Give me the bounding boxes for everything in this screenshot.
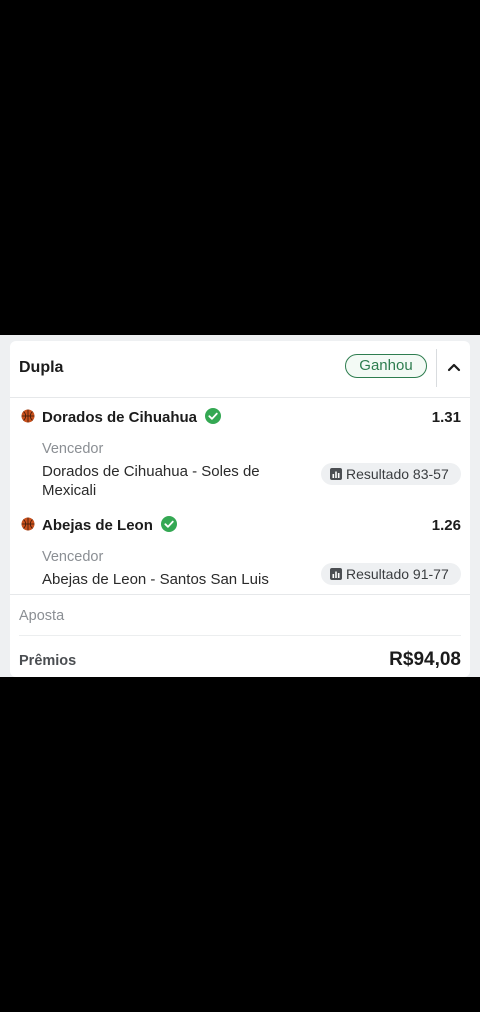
divider: [19, 635, 461, 636]
leg-team-name: Dorados de Cihuahua: [42, 409, 198, 426]
prize-value: R$94,08: [389, 649, 461, 670]
result-text: Resultado 91-77: [346, 566, 449, 582]
bet-header[interactable]: Dupla Ganhou: [10, 341, 470, 398]
leg-market: Vencedor: [42, 549, 104, 565]
result-text: Resultado 83-57: [346, 466, 449, 482]
bet-leg: Abejas de Leon 1.26 Vencedor Abejas de L…: [10, 511, 470, 593]
divider: [10, 594, 470, 595]
bet-card: Dupla Ganhou Dorados de Cihuahua 1.31 Ve…: [10, 341, 470, 677]
bet-type-title: Dupla: [19, 359, 64, 376]
chevron-up-icon[interactable]: [446, 359, 462, 375]
stats-icon: [330, 568, 342, 580]
result-chip[interactable]: Resultado 83-57: [321, 463, 461, 485]
leg-odds: 1.26: [431, 517, 461, 534]
check-circle-icon: [205, 408, 222, 424]
leg-team-row: Dorados de Cihuahua: [42, 408, 222, 426]
prize-label: Prêmios: [19, 653, 77, 669]
leg-event: Abejas de Leon - Santos San Luis: [42, 571, 269, 588]
bet-card-area: Dupla Ganhou Dorados de Cihuahua 1.31 Ve…: [0, 335, 480, 677]
check-circle-icon: [160, 516, 177, 532]
basketball-icon: [21, 517, 35, 531]
leg-odds: 1.31: [431, 409, 461, 426]
header-divider: [436, 349, 437, 387]
leg-team-name: Abejas de Leon: [42, 517, 153, 534]
leg-team-row: Abejas de Leon: [42, 516, 177, 534]
status-badge: Ganhou: [345, 354, 427, 378]
result-chip[interactable]: Resultado 91-77: [321, 563, 461, 585]
stats-icon: [330, 468, 342, 480]
basketball-icon: [21, 409, 35, 423]
stake-label: Aposta: [19, 608, 65, 624]
leg-event: Dorados de Cihuahua - Soles de Mexicali: [42, 463, 260, 499]
leg-market: Vencedor: [42, 441, 104, 457]
bet-leg: Dorados de Cihuahua 1.31 Vencedor Dorado…: [10, 403, 470, 499]
